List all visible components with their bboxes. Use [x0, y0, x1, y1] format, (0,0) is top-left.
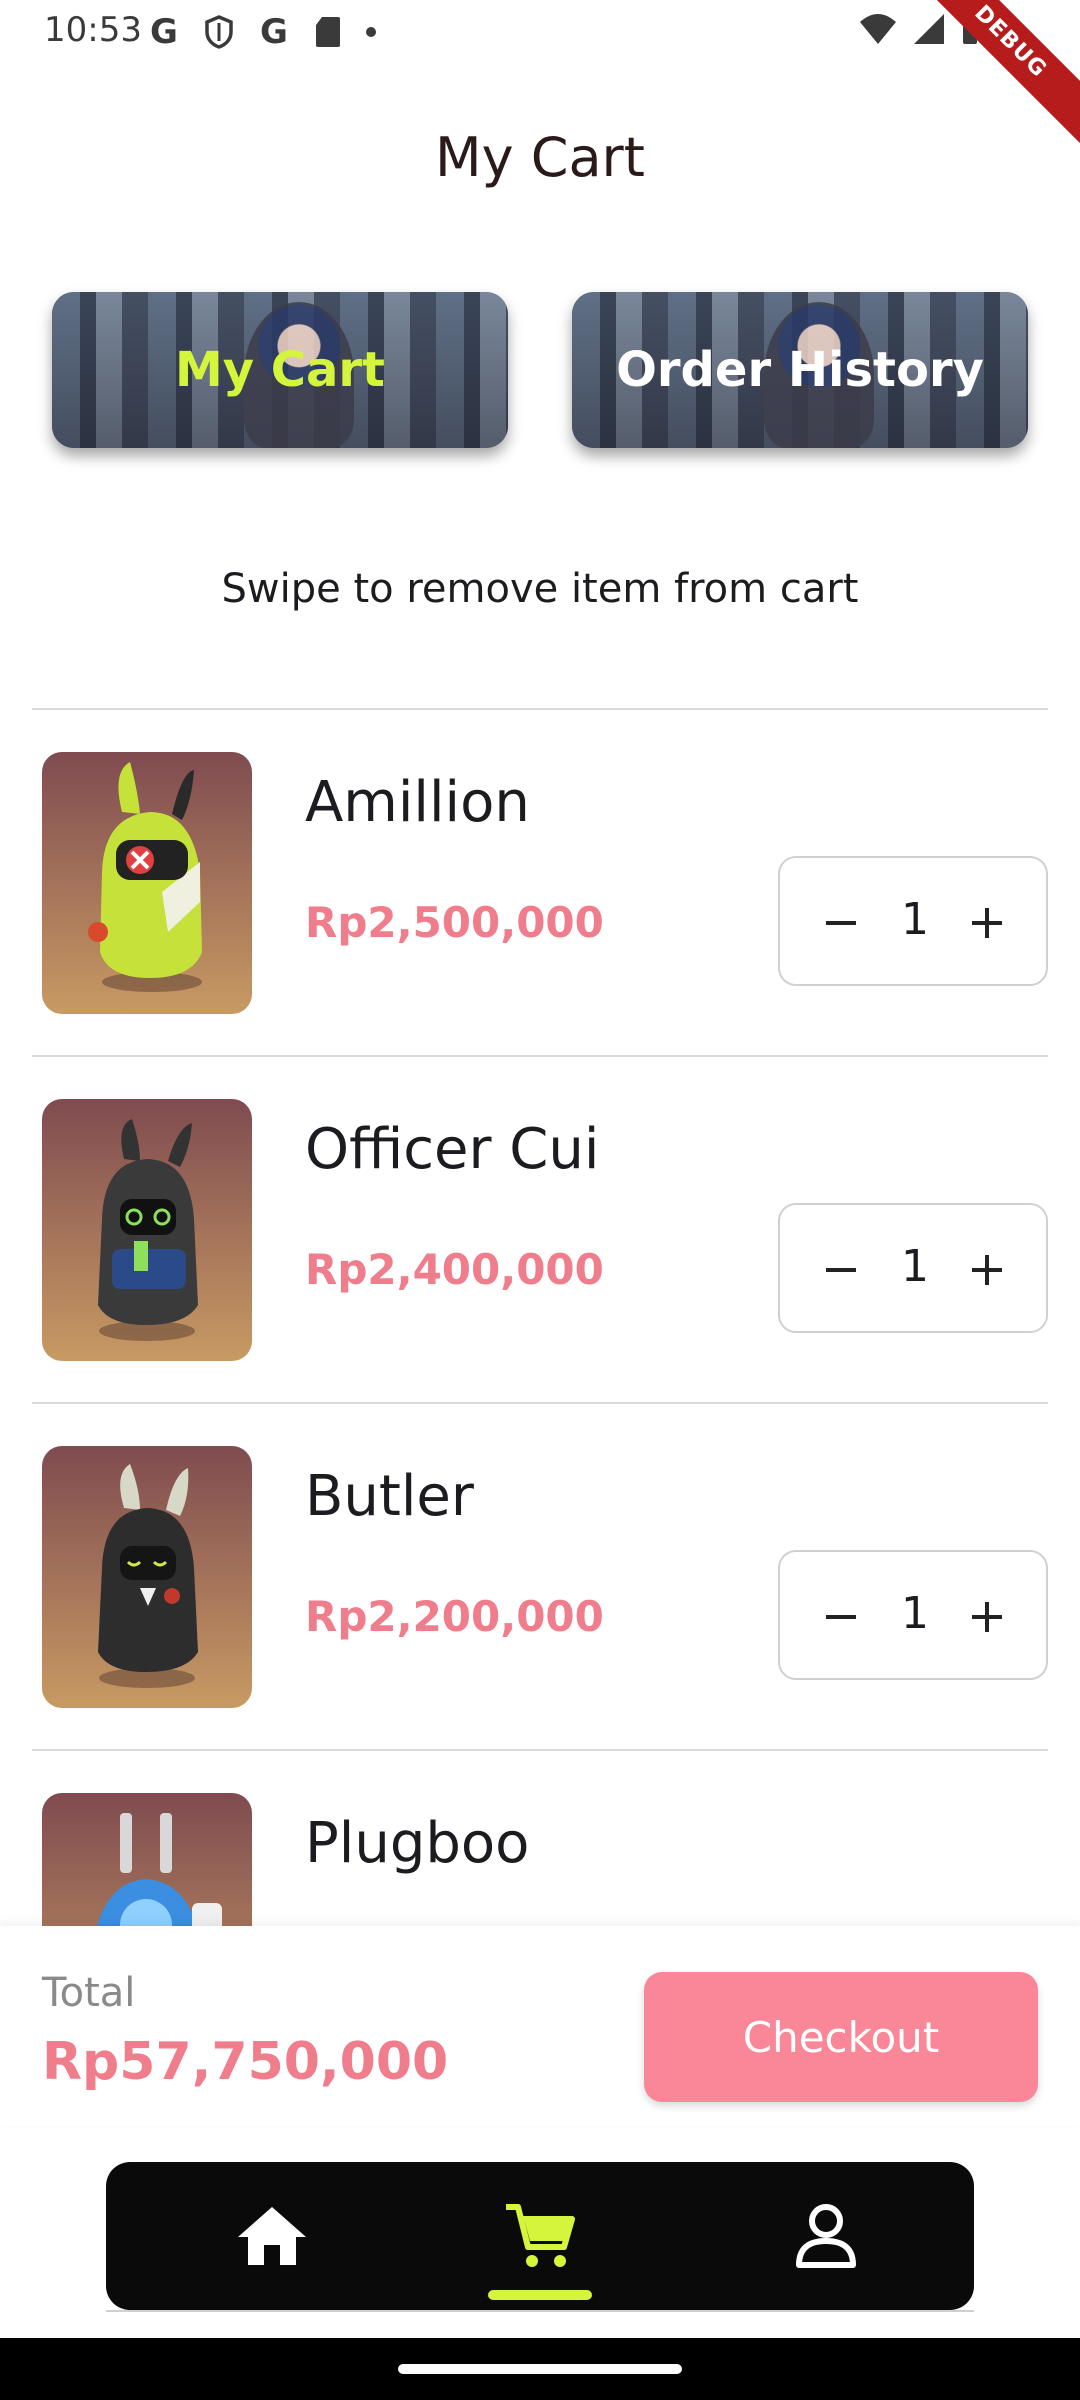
quantity-stepper: 1 [778, 856, 1048, 986]
item-image [42, 1446, 252, 1708]
shield-icon [205, 15, 233, 49]
quantity-value: 1 [901, 1588, 929, 1639]
plus-icon[interactable] [962, 1245, 1012, 1295]
home-icon [238, 2207, 306, 2265]
cart-icon [506, 2204, 575, 2267]
quantity-value: 1 [901, 894, 929, 945]
cart-item[interactable]: Amillion Rp2,500,000 1 [0, 710, 1080, 1056]
profile-icon [796, 2204, 856, 2268]
total-value: Rp57,750,000 [42, 2032, 449, 2092]
status-icons-left: G G [146, 12, 378, 52]
total-label: Total [42, 1970, 136, 2016]
google-g-icon: G [260, 12, 288, 52]
minus-icon[interactable] [816, 1592, 866, 1642]
nav-home[interactable] [182, 2162, 362, 2310]
item-price: Rp2,200,000 [305, 1592, 604, 1641]
quantity-stepper: 1 [778, 1550, 1048, 1680]
swipe-hint: Swipe to remove item from cart [221, 566, 859, 612]
tab-my-cart-label: My Cart [175, 342, 385, 398]
page-title: My Cart [435, 126, 645, 189]
minus-icon[interactable] [816, 1245, 866, 1295]
quantity-value: 1 [901, 1241, 929, 1292]
nav-cart[interactable] [450, 2162, 630, 2310]
tab-my-cart[interactable]: My Cart [52, 292, 508, 448]
nav-profile[interactable] [736, 2162, 916, 2310]
item-name: Amillion [305, 770, 530, 835]
tab-order-history-label: Order History [616, 342, 984, 398]
item-name: Officer Cui [305, 1117, 600, 1182]
cart-item[interactable]: Officer Cui Rp2,400,000 1 [0, 1057, 1080, 1403]
active-nav-indicator [488, 2290, 592, 2300]
item-name: Butler [305, 1464, 474, 1529]
sd-card-icon [316, 17, 340, 47]
gesture-handle[interactable] [398, 2364, 682, 2374]
cart-summary: Total Rp57,750,000 Checkout [0, 1926, 1080, 2126]
dot-icon [366, 27, 376, 37]
item-image [42, 1099, 252, 1361]
cart-item[interactable]: Butler Rp2,200,000 1 [0, 1404, 1080, 1750]
item-price: Rp2,500,000 [305, 898, 604, 947]
bottom-navigation [106, 2162, 974, 2310]
nav-underline [106, 2310, 974, 2312]
status-bar: 10:53 G G [0, 0, 1080, 64]
wifi-icon [860, 14, 896, 44]
minus-icon[interactable] [816, 898, 866, 948]
item-image [42, 752, 252, 1014]
plus-icon[interactable] [962, 1592, 1012, 1642]
google-g-icon: G [150, 12, 178, 52]
tab-order-history[interactable]: Order History [572, 292, 1028, 448]
plus-icon[interactable] [962, 898, 1012, 948]
signal-icon [914, 14, 944, 44]
item-price: Rp2,400,000 [305, 1245, 604, 1294]
item-name: Plugboo [305, 1811, 530, 1876]
status-time: 10:53 [44, 10, 142, 50]
checkout-button[interactable]: Checkout [644, 1972, 1038, 2102]
quantity-stepper: 1 [778, 1203, 1048, 1333]
